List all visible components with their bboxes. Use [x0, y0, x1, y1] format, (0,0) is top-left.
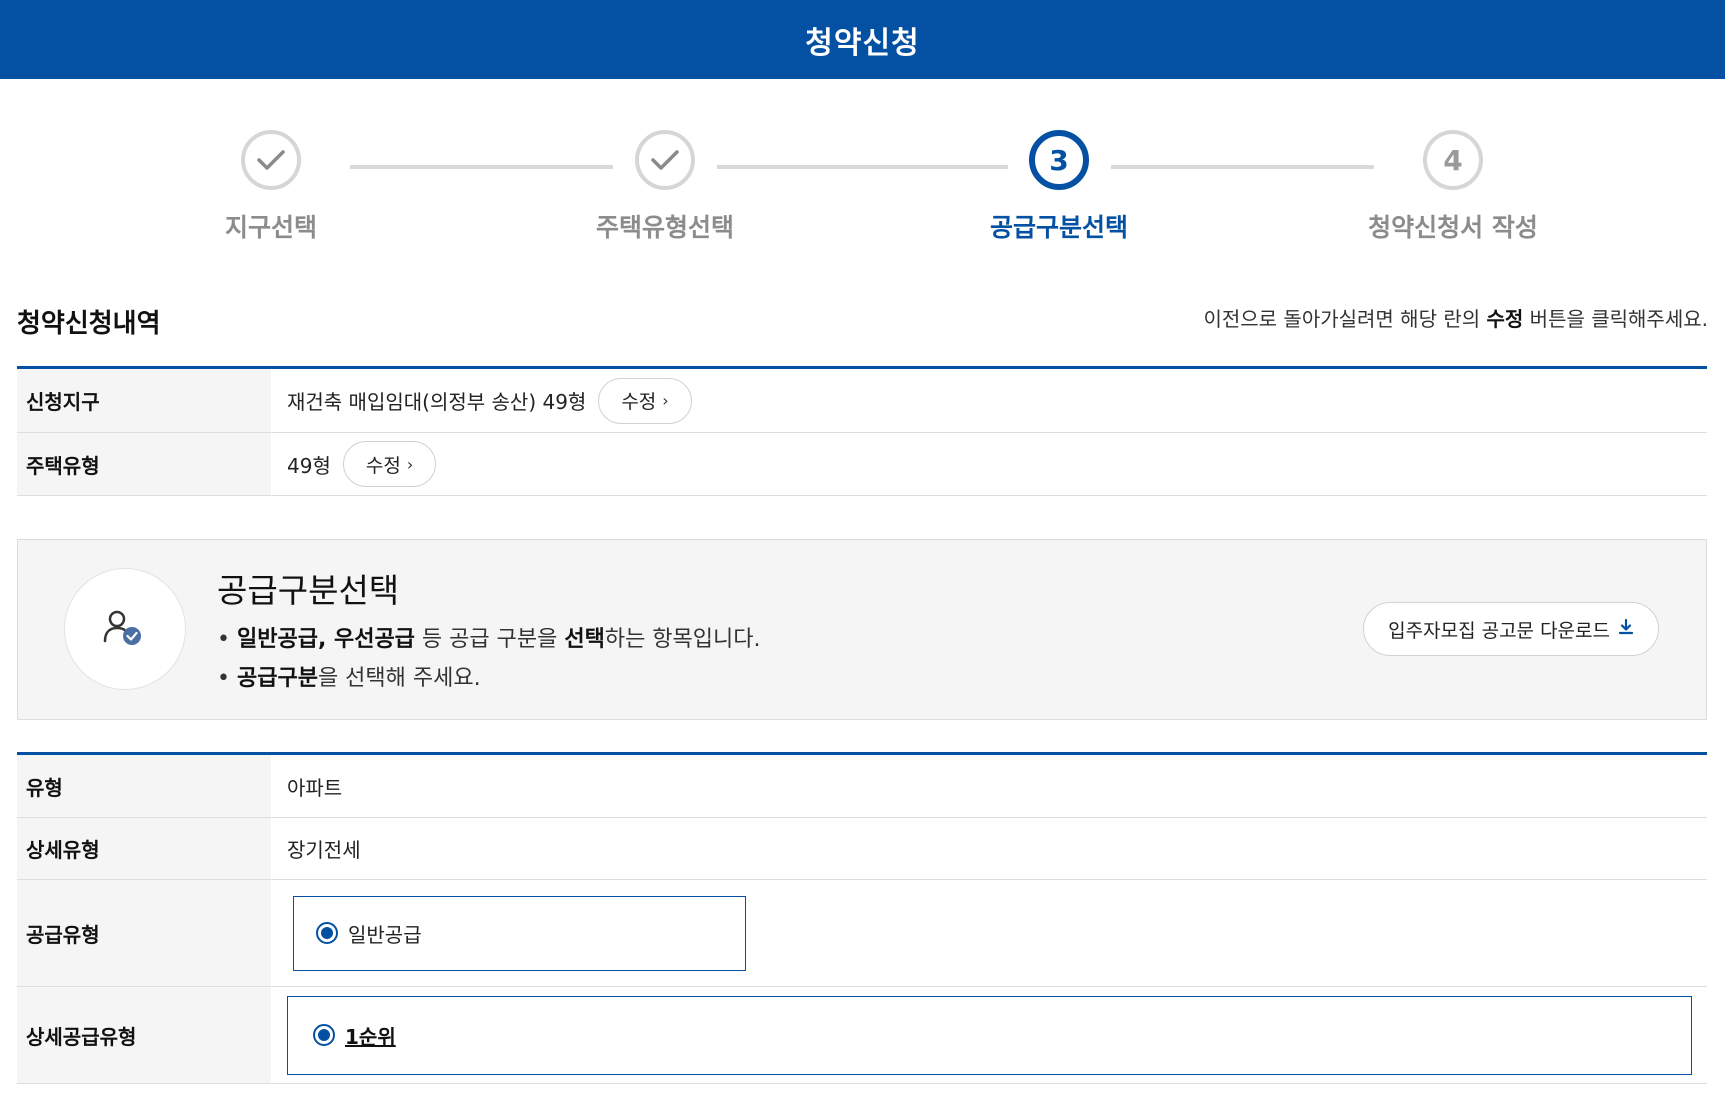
radio-selected-icon[interactable]: [316, 922, 338, 944]
check-icon: [635, 130, 695, 190]
row-label: 유형: [17, 755, 271, 817]
info-panel: 공급구분선택 • 일반공급, 우선공급 등 공급 구분을 선택하는 항목입니다.…: [17, 539, 1707, 720]
district-value: 재건축 매입임대(의정부 송산) 49형: [287, 390, 587, 414]
page-title: 청약신청: [805, 25, 920, 61]
summary-hint: 이전으로 돌아가실려면 해당 란의 수정 버튼을 클릭해주세요.: [1203, 307, 1708, 331]
edit-housing-type-button[interactable]: 수정 ›: [342, 441, 437, 487]
option-label: 일반공급: [348, 922, 422, 947]
top-header-bar: 청약신청: [0, 0, 1725, 79]
summary-table: 신청지구 재건축 매입임대(의정부 송산) 49형 수정 › 주택유형 49형 …: [17, 366, 1707, 496]
edit-district-button[interactable]: 수정 ›: [598, 377, 692, 424]
check-icon: [241, 130, 301, 190]
row-value: 일반공급: [271, 880, 1707, 986]
row-label: 신청지구: [17, 369, 271, 432]
edit-button-label: 수정: [621, 391, 657, 413]
radio-selected-icon[interactable]: [313, 1024, 335, 1046]
download-label: 입주자모집 공고문 다운로드: [1388, 619, 1610, 642]
step-label: 지구선택: [224, 213, 317, 242]
step-label: 청약신청서 작성: [1368, 213, 1538, 242]
info-bullet: • 공급구분을 선택해 주세요.: [217, 666, 481, 691]
row-value: 49형 수정 ›: [271, 433, 1707, 495]
info-title: 공급구분선택: [217, 571, 400, 610]
row-label: 상세유형: [17, 818, 271, 879]
row-value: 재건축 매입임대(의정부 송산) 49형 수정 ›: [271, 369, 1707, 432]
table-row: 신청지구 재건축 매입임대(의정부 송산) 49형 수정 ›: [17, 369, 1707, 433]
info-bullet: • 일반공급, 우선공급 등 공급 구분을 선택하는 항목입니다.: [217, 627, 761, 652]
row-label: 공급유형: [17, 880, 271, 986]
step-number: 3: [1029, 130, 1089, 190]
row-label: 주택유형: [17, 433, 271, 495]
row-label: 상세공급유형: [17, 987, 271, 1083]
chevron-right-icon: ›: [406, 454, 414, 474]
step-number: 4: [1423, 130, 1483, 190]
notice-download-button[interactable]: 입주자모집 공고문 다운로드: [1363, 602, 1659, 656]
table-row: 주택유형 49형 수정 ›: [17, 433, 1707, 496]
user-check-icon: [64, 568, 186, 690]
supply-detail-table: 유형 아파트 상세유형 장기전세 공급유형 일반공급 상세공급유형 1순위: [17, 752, 1707, 1084]
row-value: 1순위: [271, 987, 1707, 1083]
housing-type-value: 49형: [287, 453, 331, 478]
supply-type-option[interactable]: 일반공급: [293, 895, 746, 971]
step-label: 주택유형선택: [595, 213, 734, 242]
edit-button-label: 수정: [365, 454, 401, 477]
step-district[interactable]: 지구선택: [141, 120, 401, 244]
option-label: 1순위: [345, 1024, 396, 1049]
table-row: 공급유형 일반공급: [17, 880, 1707, 987]
step-housing-type[interactable]: 주택유형선택: [535, 120, 795, 244]
type-value: 아파트: [287, 775, 343, 800]
detail-supply-type-option[interactable]: 1순위: [287, 995, 1692, 1075]
table-row: 상세공급유형 1순위: [17, 987, 1707, 1084]
download-icon: [1618, 618, 1634, 641]
progress-stepper: 지구선택 주택유형선택 3 공급구분선택 4 청약신청서 작성: [0, 120, 1725, 260]
table-row: 상세유형 장기전세: [17, 818, 1707, 880]
info-bullets: • 일반공급, 우선공급 등 공급 구분을 선택하는 항목입니다. • 공급구분…: [217, 620, 761, 698]
section-title: 청약신청내역: [17, 309, 161, 339]
step-label: 공급구분선택: [989, 213, 1128, 242]
table-row: 유형 아파트: [17, 755, 1707, 818]
step-application-form: 4 청약신청서 작성: [1323, 120, 1583, 244]
step-supply-type: 3 공급구분선택: [929, 120, 1189, 244]
detail-type-value: 장기전세: [287, 838, 361, 862]
chevron-right-icon: ›: [662, 391, 669, 410]
